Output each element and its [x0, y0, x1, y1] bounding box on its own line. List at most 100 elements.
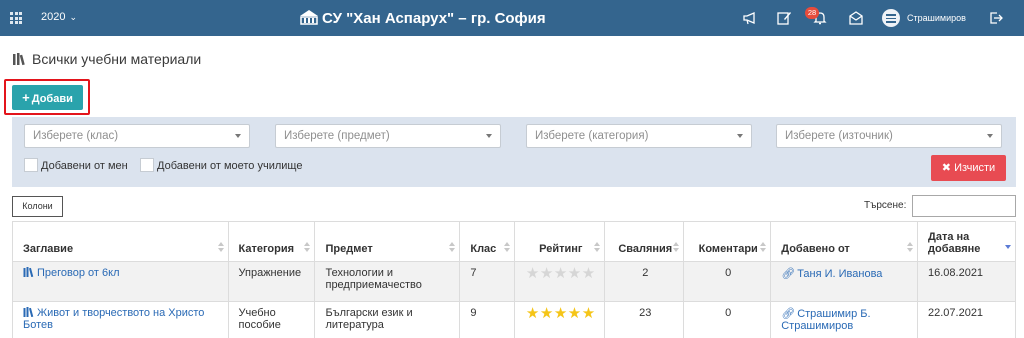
- checkbox-box[interactable]: [140, 158, 154, 172]
- sort-icon: [594, 242, 601, 252]
- sort-icon: [907, 242, 913, 252]
- table-row: Живот и творчеството на Христо Ботев Уче…: [12, 301, 1016, 338]
- cell-subject: Технологии и предприемачество: [314, 261, 461, 302]
- link-icon: 🔗︎: [781, 308, 796, 320]
- checkbox-box[interactable]: [24, 158, 38, 172]
- chevron-down-icon: ⌄: [69, 12, 78, 22]
- col-header-label: Предмет: [325, 243, 373, 255]
- rating-stars[interactable]: ★★★★★: [526, 265, 596, 282]
- clear-button[interactable]: ✖ Изчисти: [931, 155, 1006, 181]
- year-selector[interactable]: 2020 ⌄: [41, 11, 77, 23]
- class-select[interactable]: Изберете (клас): [24, 124, 250, 148]
- edit-icon[interactable]: [776, 10, 792, 26]
- col-header-downloads[interactable]: Сваляния: [604, 221, 685, 262]
- school-building-icon: [300, 10, 318, 25]
- col-header-title[interactable]: Заглавие: [12, 221, 229, 262]
- cell-class: 7: [459, 261, 516, 302]
- cell-downloads: 2: [604, 261, 685, 302]
- col-header-rating[interactable]: Рейтинг: [514, 221, 606, 262]
- books-icon: [13, 53, 25, 66]
- col-header-class[interactable]: Клас: [459, 221, 516, 262]
- sort-desc-icon: [1005, 242, 1011, 252]
- materials-table: Заглавие Категория Предмет Клас Рейтинг …: [12, 221, 1016, 338]
- star-empty-icon[interactable]: ★: [540, 265, 554, 282]
- logout-icon[interactable]: [988, 10, 1004, 26]
- col-header-label: Добавено от: [781, 243, 850, 255]
- apps-grid-icon[interactable]: [10, 12, 22, 24]
- close-icon: ✖: [941, 162, 951, 174]
- col-header-label: Сваляния: [618, 243, 673, 255]
- school-title: СУ "Хан Аспарух" – гр. София: [322, 10, 546, 27]
- sort-icon: [304, 242, 311, 252]
- search-input[interactable]: [912, 195, 1016, 217]
- sort-icon: [760, 242, 767, 252]
- star-empty-icon[interactable]: ★: [526, 265, 540, 282]
- col-header-label: Клас: [470, 243, 497, 255]
- source-select[interactable]: Изберете (източник): [776, 124, 1002, 148]
- material-title-link[interactable]: Живот и творчеството на Христо Ботев: [23, 307, 204, 331]
- cell-comments: 0: [683, 261, 772, 302]
- material-title-link[interactable]: Преговор от 6кл: [37, 267, 119, 279]
- star-filled-icon[interactable]: ★: [582, 305, 596, 322]
- cell-rating: ★★★★★: [514, 301, 606, 338]
- cell-category: Упражнение: [227, 261, 316, 302]
- col-header-label: Дата на добавяне: [928, 231, 981, 255]
- cell-category: Учебно пособие: [227, 301, 316, 338]
- cell-added-by: 🔗︎ Таня И. Иванова: [770, 261, 918, 302]
- plus-icon: +: [22, 90, 30, 105]
- cell-added-by: 🔗︎ Страшимир Б. Страшимиров: [770, 301, 918, 338]
- star-filled-icon[interactable]: ★: [540, 305, 554, 322]
- star-filled-icon[interactable]: ★: [526, 305, 540, 322]
- col-header-subject[interactable]: Предмет: [314, 221, 461, 262]
- col-header-added-by[interactable]: Добавено от: [770, 221, 918, 262]
- subject-select[interactable]: Изберете (предмет): [275, 124, 501, 148]
- star-empty-icon[interactable]: ★: [568, 265, 582, 282]
- books-icon: [23, 267, 34, 278]
- rating-stars[interactable]: ★★★★★: [526, 305, 596, 322]
- cell-title: Преговор от 6кл: [12, 261, 229, 302]
- category-select[interactable]: Изберете (категория): [526, 124, 752, 148]
- class-select-placeholder: Изберете (клас): [33, 130, 119, 142]
- star-empty-icon[interactable]: ★: [582, 265, 596, 282]
- table-row: Преговор от 6кл Упражнение Технологии и …: [12, 261, 1016, 302]
- avatar[interactable]: [882, 9, 900, 27]
- filters-panel: Изберете (клас) Изберете (предмет) Избер…: [12, 117, 1016, 187]
- star-filled-icon[interactable]: ★: [554, 305, 568, 322]
- clear-button-label: Изчисти: [954, 162, 996, 174]
- year-label: 2020: [41, 11, 66, 23]
- cell-class: 9: [459, 301, 516, 338]
- col-header-date-added[interactable]: Дата на добавяне: [917, 221, 1016, 262]
- source-select-placeholder: Изберете (източник): [785, 130, 893, 142]
- caret-down-icon: [987, 134, 993, 138]
- sort-icon: [217, 242, 224, 252]
- cell-date: 16.08.2021: [917, 261, 1016, 302]
- books-icon: [23, 307, 34, 318]
- megaphone-icon[interactable]: [742, 10, 758, 26]
- cell-subject: Български език и литература: [314, 301, 461, 338]
- added-by-me-checkbox[interactable]: Добавени от мен: [24, 158, 128, 172]
- category-select-placeholder: Изберете (категория): [535, 130, 649, 142]
- page-title: Всички учебни материали: [12, 51, 201, 67]
- page-title-text: Всички учебни материали: [32, 51, 202, 67]
- caret-down-icon: [486, 134, 492, 138]
- caret-down-icon: [737, 134, 743, 138]
- col-header-label: Коментари: [698, 243, 758, 255]
- columns-button[interactable]: Колони: [12, 196, 63, 217]
- add-button[interactable]: + Добави: [12, 85, 83, 110]
- sort-icon: [449, 242, 456, 252]
- star-empty-icon[interactable]: ★: [554, 265, 568, 282]
- star-filled-icon[interactable]: ★: [568, 305, 582, 322]
- cell-comments: 0: [683, 301, 772, 338]
- cell-title: Живот и творчеството на Христо Ботев: [12, 301, 229, 338]
- username[interactable]: Страшимиров: [907, 13, 966, 23]
- col-header-label: Рейтинг: [539, 243, 583, 255]
- cell-date: 22.07.2021: [917, 301, 1016, 338]
- envelope-icon[interactable]: [848, 10, 864, 26]
- subject-select-placeholder: Изберете (предмет): [284, 130, 390, 142]
- author-link[interactable]: Таня И. Иванова: [797, 268, 882, 280]
- cell-rating: ★★★★★: [514, 261, 606, 302]
- added-by-school-checkbox[interactable]: Добавени от моето училище: [140, 158, 302, 172]
- col-header-comments[interactable]: Коментари: [683, 221, 772, 262]
- col-header-category[interactable]: Категория: [227, 221, 316, 262]
- sort-icon: [673, 242, 680, 252]
